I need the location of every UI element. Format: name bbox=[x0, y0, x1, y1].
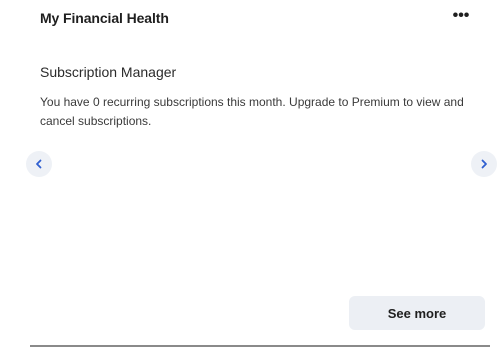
chevron-right-icon bbox=[481, 159, 487, 169]
see-more-button[interactable]: See more bbox=[349, 296, 485, 330]
more-options-button[interactable]: ••• bbox=[449, 6, 473, 26]
chevron-left-icon bbox=[36, 159, 42, 169]
divider bbox=[30, 345, 490, 347]
carousel-next-button[interactable] bbox=[471, 151, 497, 177]
subscription-description: You have 0 recurring subscriptions this … bbox=[40, 95, 464, 128]
more-horizontal-icon: ••• bbox=[452, 7, 470, 24]
carousel-prev-button[interactable] bbox=[26, 151, 52, 177]
financial-health-card: My Financial Health ••• Subscription Man… bbox=[0, 0, 499, 349]
section-title: Subscription Manager bbox=[40, 64, 177, 80]
card-title: My Financial Health bbox=[40, 10, 169, 26]
